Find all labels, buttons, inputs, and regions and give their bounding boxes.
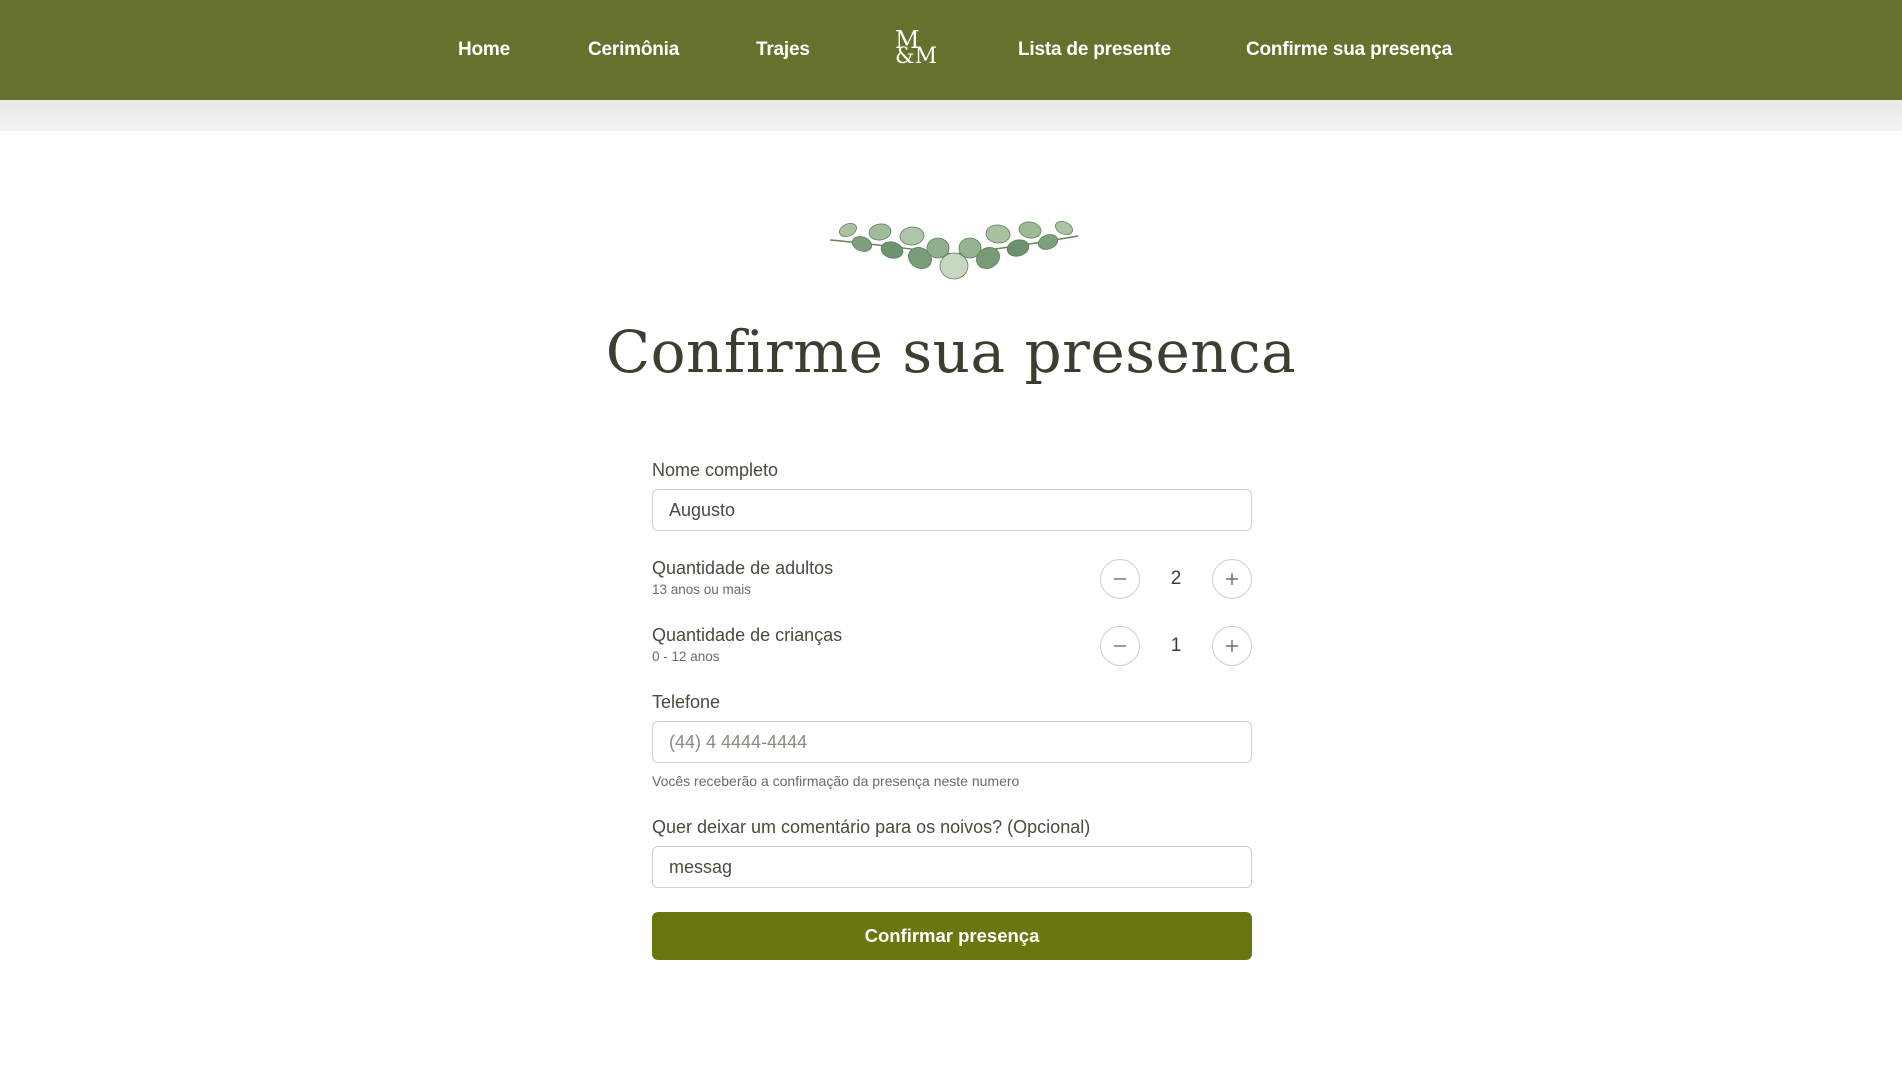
phone-label: Telefone: [652, 692, 721, 712]
nav-link-lista-de-presente[interactable]: Lista de presente: [1018, 0, 1171, 100]
adults-decrement-button[interactable]: [1100, 559, 1140, 599]
children-increment-button[interactable]: [1212, 626, 1252, 666]
children-row: Quantidade de crianças 0 - 12 anos 1: [652, 624, 1252, 668]
top-navbar: Home Cerimônia Trajes M &M Lista de pres…: [0, 0, 1902, 100]
name-field[interactable]: [652, 489, 1252, 531]
page-title: Confirme sua presenca: [605, 318, 1297, 386]
children-label: Quantidade de crianças: [652, 625, 843, 645]
minus-icon: [1114, 645, 1126, 647]
comment-field[interactable]: [652, 846, 1252, 888]
adults-row: Quantidade de adultos 13 anos ou mais 2: [652, 557, 1252, 601]
eucalyptus-leaves-icon: [829, 220, 1079, 280]
nav-link-cerimonia[interactable]: Cerimônia: [588, 0, 679, 100]
nav-link-confirme-presenca[interactable]: Confirme sua presença: [1246, 0, 1452, 100]
minus-icon: [1114, 578, 1126, 580]
plus-icon: [1226, 640, 1238, 652]
phone-field[interactable]: [652, 721, 1252, 763]
comment-label: Quer deixar um comentário para os noivos…: [652, 817, 1091, 837]
children-sublabel: 0 - 12 anos: [652, 649, 720, 664]
adults-sublabel: 13 anos ou mais: [652, 582, 752, 597]
adults-stepper: 2: [1100, 559, 1252, 599]
phone-hint: Vocês receberão a confirmação da presenç…: [652, 773, 1020, 789]
adults-label: Quantidade de adultos: [652, 558, 834, 578]
logo-line-2: &M: [895, 44, 938, 69]
adults-count: 2: [1170, 568, 1182, 589]
confirm-presence-button[interactable]: Confirmar presença: [652, 912, 1252, 960]
children-count: 1: [1170, 635, 1182, 656]
children-stepper: 1: [1100, 626, 1252, 666]
adults-increment-button[interactable]: [1212, 559, 1252, 599]
nav-shadow-band: [0, 100, 1902, 131]
plus-icon: [1226, 573, 1238, 585]
monogram-logo[interactable]: M &M: [893, 28, 938, 70]
nav-link-home[interactable]: Home: [458, 0, 510, 100]
children-decrement-button[interactable]: [1100, 626, 1140, 666]
nav-link-trajes[interactable]: Trajes: [756, 0, 810, 100]
name-label: Nome completo: [652, 460, 779, 480]
